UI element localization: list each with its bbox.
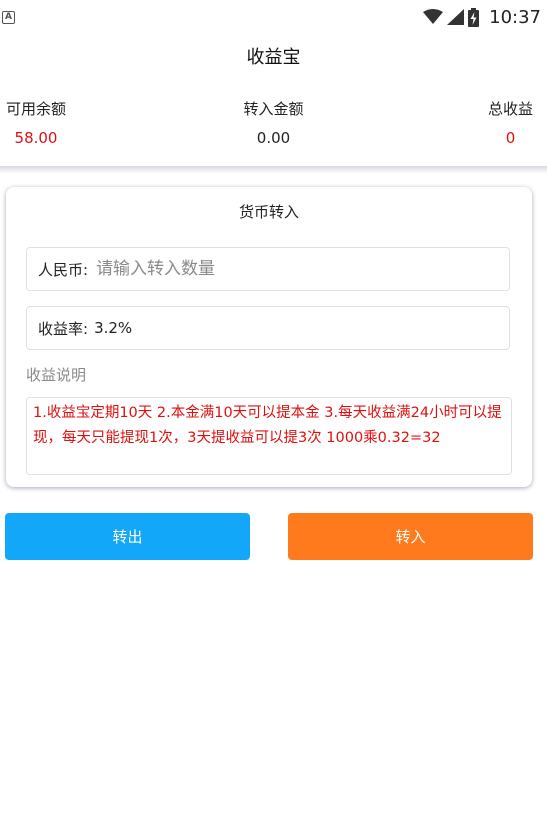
wifi-icon — [423, 9, 444, 24]
description-text: 1.收益宝定期10天 2.本金满10天可以提本金 3.每天收益满24小时可以提现… — [26, 397, 512, 475]
card-title: 货币转入 — [238, 203, 299, 221]
summary-divider — [0, 166, 547, 174]
transferred-amount-value: 0.00 — [256, 129, 291, 147]
total-earnings-label: 总收益 — [487, 100, 533, 118]
page-title: 收益宝 — [246, 47, 301, 68]
status-time: 10:37 — [489, 6, 541, 28]
rate-field: 收益率: 3.2% — [26, 306, 510, 350]
rate-label: 收益率: — [38, 319, 89, 338]
transfer-in-button[interactable]: 转入 — [288, 513, 533, 560]
battery-charging-icon — [468, 7, 480, 27]
transfer-card: 货币转入 人民币: 收益率: 3.2% 收益说明 1.收益宝定期10天 2.本金… — [6, 187, 532, 487]
rate-value: 3.2% — [94, 319, 133, 337]
status-bar: A 10:37 — [0, 0, 547, 34]
summary-transferred: 转入金额 0.00 — [0, 98, 547, 147]
amount-input[interactable] — [94, 258, 459, 280]
transferred-amount-label: 转入金额 — [243, 100, 304, 118]
amount-field[interactable]: 人民币: — [26, 247, 510, 291]
cell-signal-icon — [447, 9, 465, 25]
total-earnings-value: 0 — [505, 129, 516, 147]
description-label: 收益说明 — [26, 366, 87, 384]
app-icon: A — [2, 11, 15, 24]
summary-panel: 可用余额 58.00 转入金额 0.00 总收益 0 — [0, 98, 547, 168]
status-icons: 10:37 — [423, 5, 541, 29]
transfer-out-button[interactable]: 转出 — [5, 513, 250, 560]
summary-total: 总收益 0 — [488, 98, 533, 147]
amount-label: 人民币: — [38, 260, 89, 279]
